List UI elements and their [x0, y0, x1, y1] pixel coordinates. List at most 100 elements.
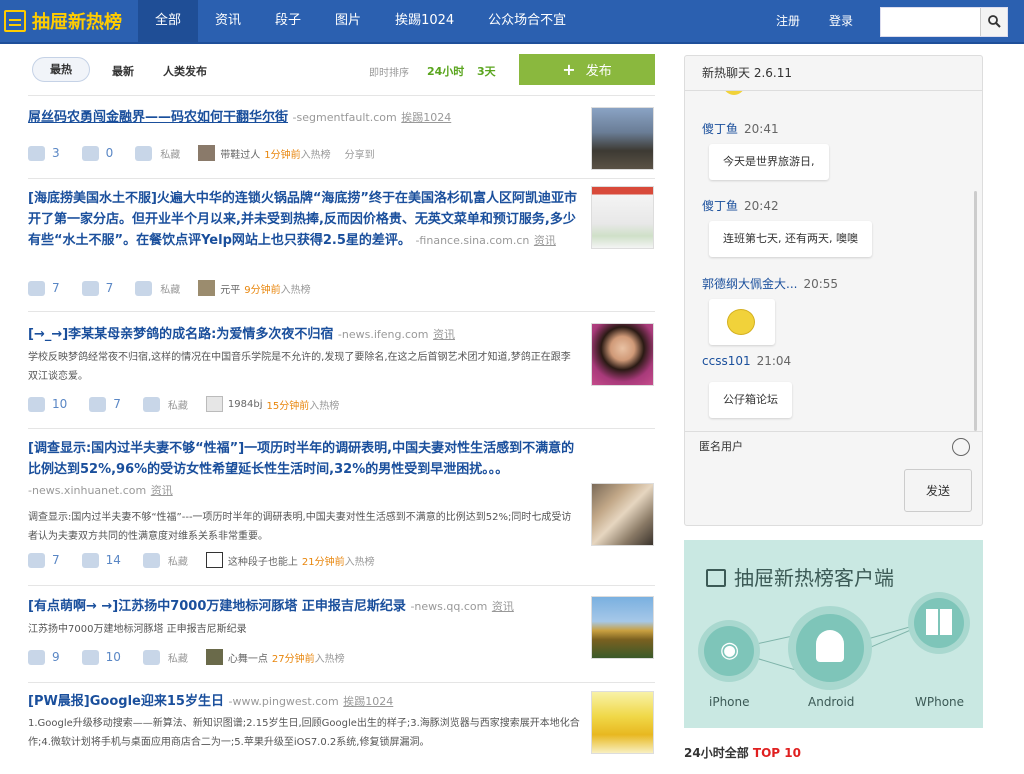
upvote-count: 9 [52, 650, 60, 664]
publish-button[interactable]: + 发布 [519, 54, 655, 85]
send-button[interactable]: 发送 [904, 469, 972, 512]
time-suffix: 入热榜 [309, 400, 340, 412]
login-link[interactable]: 登录 [829, 0, 853, 42]
item-description: 1.Google升级移动搜索——新算法、新知识图谱;2.15岁生日,回顾Goog… [28, 718, 580, 748]
chat-time: 20:42 [744, 199, 779, 213]
fav-label: 私藏 [167, 653, 188, 665]
nav-jokes[interactable]: 段子 [258, 0, 318, 42]
item-category[interactable]: 资讯 [534, 234, 556, 247]
thumbnail-image[interactable] [591, 691, 654, 754]
thumbnail-image[interactable] [591, 483, 654, 546]
comment-icon[interactable] [81, 552, 99, 568]
iphone-circle[interactable]: ◉ [698, 620, 760, 682]
android-circle[interactable] [788, 606, 872, 690]
comment-count: 7 [105, 281, 114, 295]
search-button[interactable] [980, 8, 1007, 36]
chat-scrollbar[interactable] [974, 191, 977, 431]
item-time: 9分钟前 [244, 284, 281, 296]
comment-icon[interactable] [81, 280, 99, 296]
search-input[interactable] [881, 8, 981, 36]
thumbnail-image[interactable] [591, 596, 654, 659]
thumbs-up-icon[interactable] [28, 145, 45, 161]
chat-bubble: 连班第七天, 还有两天, 噢噢 [709, 221, 872, 257]
share-label[interactable]: 分享到 [345, 146, 375, 161]
thumbnail-image[interactable] [591, 323, 654, 386]
item-category[interactable]: 资讯 [492, 600, 514, 613]
comment-count: 0 [105, 146, 114, 160]
user-name[interactable]: 1984bj [228, 399, 263, 410]
thumbs-up-icon[interactable] [28, 649, 45, 665]
time-suffix: 入热榜 [314, 653, 345, 665]
heart-icon[interactable] [142, 552, 160, 568]
tab-newest[interactable]: 最新 [112, 63, 134, 79]
item-title[interactable]: [→_→]李某某母亲梦鸽的成名路:为爱情多次夜不归宿 [28, 327, 333, 342]
item-time: 27分钟前 [271, 653, 315, 665]
item-category[interactable]: 资讯 [151, 484, 173, 497]
item-category[interactable]: 挨踢1024 [343, 695, 393, 708]
user-name[interactable]: 心舞一点 [228, 650, 268, 665]
emoji-icon [723, 91, 745, 95]
item-title[interactable]: [调查显示:国内过半夫妻不够“性福”]一项历时半年的调研表明,中国夫妻对性生活感… [28, 441, 574, 477]
nav-nsfw[interactable]: 公众场合不宜 [471, 0, 583, 42]
time-suffix: 入热榜 [300, 149, 331, 161]
chat-user-name[interactable]: 傻丁鱼 [702, 122, 738, 136]
thumbnail-image[interactable] [591, 186, 654, 249]
user-name[interactable]: 元平 [220, 281, 240, 296]
thumbnail-image[interactable] [591, 107, 654, 170]
smiley-icon[interactable] [952, 438, 970, 456]
avatar[interactable] [198, 145, 216, 161]
wphone-circle[interactable] [908, 592, 970, 654]
item-meta: 7 14 私藏 这种段子也能上 21分钟前 入热榜 [28, 552, 375, 568]
nav-pictures[interactable]: 图片 [318, 0, 378, 42]
nav-it1024[interactable]: 挨踢1024 [378, 0, 471, 42]
heart-icon[interactable] [135, 145, 153, 161]
sort-24h[interactable]: 24小时 [427, 63, 464, 79]
avatar[interactable] [198, 280, 216, 296]
user-name[interactable]: 这种段子也能上 [228, 553, 298, 568]
item-source: -news.ifeng.com [337, 328, 429, 341]
tab-human[interactable]: 人类发布 [163, 63, 207, 79]
chat-messages[interactable]: 傻丁鱼 20:41 今天是世界旅游日, 傻丁鱼 20:42 连班第七天, 还有两天,… [685, 91, 982, 431]
item-meta: 3 0 私藏 带鞋过人 1分钟前 入热榜 分享到 [28, 145, 375, 161]
thumbs-up-icon[interactable] [28, 280, 45, 296]
comment-icon[interactable] [89, 396, 107, 412]
item-title[interactable]: [有点萌啊→ →]江苏扬中7000万建地标河豚塔 正申报吉尼斯纪录 [28, 599, 406, 614]
item-meta: 9 10 私藏 心舞一点 27分钟前 入热榜 [28, 649, 345, 665]
heart-icon[interactable] [135, 280, 153, 296]
upvote-count: 10 [52, 397, 68, 411]
search-box[interactable] [880, 7, 1008, 37]
comment-icon[interactable] [81, 649, 99, 665]
heart-icon[interactable] [142, 396, 160, 412]
client-promo-banner[interactable]: 抽屉新热榜客户端 ◉ iPhone Android WPhone [684, 540, 983, 728]
avatar[interactable] [205, 552, 223, 568]
comment-icon[interactable] [81, 145, 99, 161]
nav-all[interactable]: 全部 [138, 0, 199, 42]
heart-icon[interactable] [142, 649, 160, 665]
thumbs-up-icon[interactable] [28, 552, 45, 568]
item-category[interactable]: 挨踢1024 [401, 111, 451, 124]
sort-3d[interactable]: 3天 [477, 63, 496, 79]
chat-user-name[interactable]: ccss101 [702, 354, 751, 368]
apple-icon: ◉ [720, 638, 740, 663]
item-category[interactable]: 资讯 [433, 328, 455, 341]
tab-hot[interactable]: 最热 [32, 57, 90, 82]
item-time: 21分钟前 [301, 556, 345, 568]
thumbs-up-icon[interactable] [28, 396, 45, 412]
item-title[interactable]: 屌丝码农勇闯金融界——码农如何干翻华尔街 [28, 110, 288, 125]
plus-icon: + [562, 60, 576, 79]
comment-count: 14 [105, 553, 121, 567]
register-link[interactable]: 注册 [776, 0, 800, 42]
fav-label: 私藏 [167, 556, 188, 568]
fav-label: 私藏 [160, 149, 181, 161]
item-title[interactable]: [PW晨报]Google迎来15岁生日 [28, 694, 224, 709]
avatar[interactable] [205, 649, 223, 665]
user-name[interactable]: 带鞋过人 [220, 146, 260, 161]
nav-news[interactable]: 资讯 [198, 0, 258, 42]
time-suffix: 入热榜 [344, 556, 375, 568]
avatar[interactable] [205, 396, 223, 412]
chat-user-name[interactable]: 傻丁鱼 [702, 199, 738, 213]
android-icon [816, 630, 844, 662]
chat-panel: 新热聊天 2.6.11 傻丁鱼 20:41 今天是世界旅游日, 傻丁鱼 20:42 … [684, 55, 983, 526]
chat-user-name[interactable]: 郭德纲大佩金大... [702, 277, 797, 291]
logo[interactable]: 抽屉新热榜 [0, 0, 122, 42]
